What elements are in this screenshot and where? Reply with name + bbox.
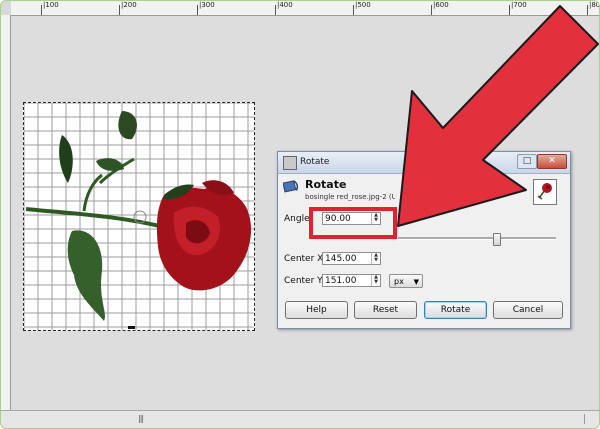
pointer-arrow-annotation [397,5,599,227]
